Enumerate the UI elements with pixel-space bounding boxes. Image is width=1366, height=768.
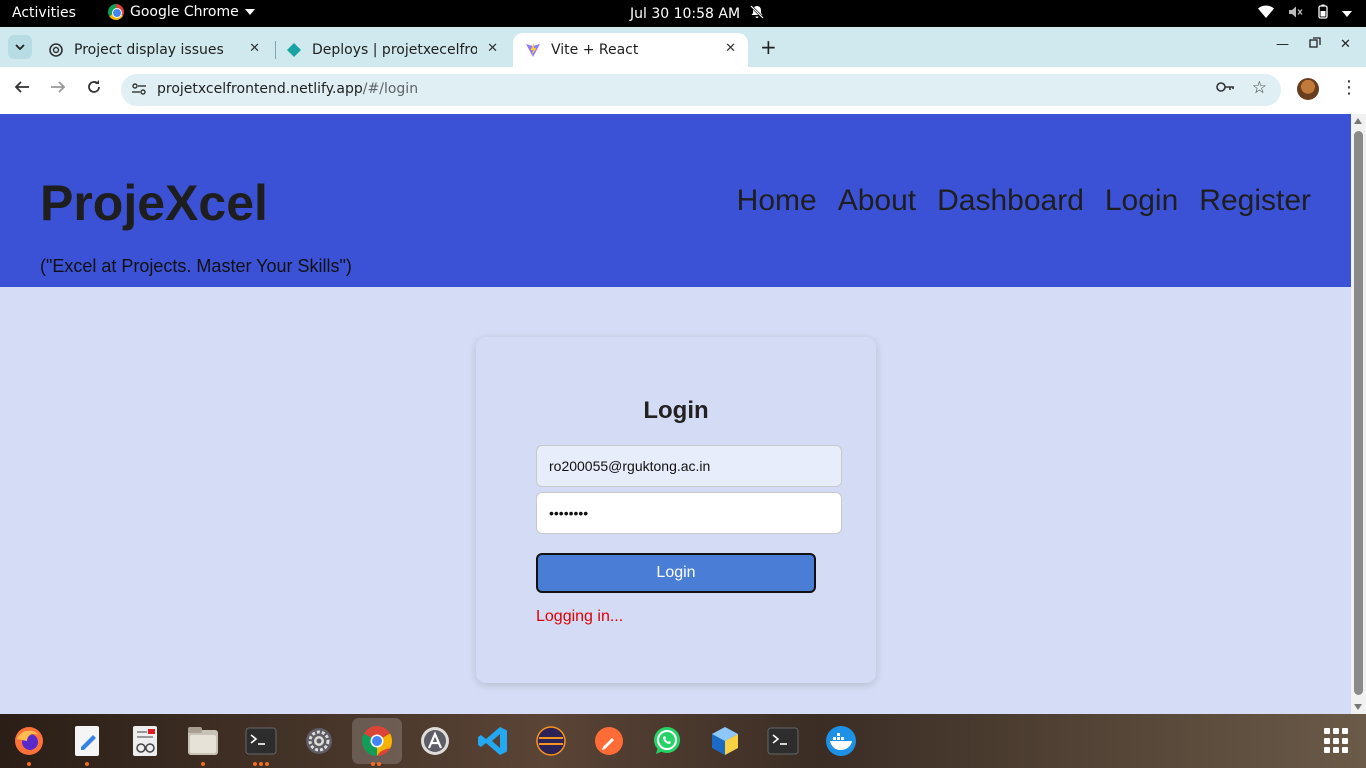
files-icon[interactable] — [186, 724, 220, 758]
chevron-down-icon — [244, 9, 255, 15]
running-indicator — [377, 762, 381, 766]
tab-title: Project display issues — [74, 42, 224, 58]
vite-icon — [525, 42, 541, 58]
site-header: ProjeXcel ("Excel at Projects. Master Yo… — [0, 114, 1351, 287]
firefox-icon[interactable] — [12, 724, 46, 758]
back-icon[interactable] — [14, 79, 30, 100]
site-info-icon[interactable] — [131, 81, 147, 101]
nav-home-link[interactable]: Home — [737, 184, 817, 218]
browser-toolbar: projetxcelfrontend.netlify.app/#/login ☆ — [0, 67, 1366, 114]
url-path: /#/login — [362, 81, 419, 97]
netbeans-icon[interactable] — [708, 724, 742, 758]
site-brand[interactable]: ProjeXcel — [40, 174, 268, 232]
url-host: projetxcelfrontend.netlify.app — [157, 81, 363, 97]
terminal-icon[interactable] — [766, 724, 800, 758]
text-editor-icon[interactable] — [70, 724, 104, 758]
reload-icon[interactable] — [86, 79, 102, 100]
settings-icon[interactable] — [302, 724, 336, 758]
nav-login-link[interactable]: Login — [1105, 184, 1178, 218]
terminal-icon[interactable] — [244, 724, 278, 758]
software-center-icon[interactable] — [418, 724, 452, 758]
scrollbar-thumb[interactable] — [1354, 131, 1363, 695]
restore-window-icon[interactable] — [1309, 37, 1321, 53]
password-field[interactable] — [536, 492, 842, 534]
activities-button[interactable]: Activities — [12, 5, 76, 21]
tab-project-display-issues[interactable]: Project display issues ✕ — [36, 33, 272, 67]
system-status-area[interactable] — [1258, 4, 1352, 23]
address-bar[interactable]: projetxcelfrontend.netlify.app/#/login ☆ — [121, 74, 1281, 106]
app-name: Google Chrome — [130, 4, 239, 20]
chevron-down-icon — [15, 43, 25, 50]
tab-search-button[interactable] — [8, 35, 32, 59]
page-scrollbar[interactable] — [1351, 114, 1366, 714]
document-viewer-icon[interactable] — [128, 724, 162, 758]
close-tab-icon[interactable]: ✕ — [725, 41, 736, 56]
tab-deploys[interactable]: Deploys | projetxecelfrontend ✕ — [274, 33, 510, 67]
whatsapp-icon[interactable] — [650, 724, 684, 758]
scroll-down-icon[interactable] — [1354, 704, 1362, 710]
tab-title: Vite + React — [551, 42, 639, 58]
forward-icon[interactable] — [50, 79, 66, 100]
running-indicator — [259, 762, 263, 766]
docker-icon[interactable] — [824, 724, 858, 758]
wifi-icon — [1258, 4, 1274, 23]
volume-muted-icon — [1288, 5, 1304, 23]
close-tab-icon[interactable]: ✕ — [487, 41, 498, 56]
app-menu[interactable]: Google Chrome — [108, 4, 255, 20]
scroll-up-icon[interactable] — [1354, 118, 1362, 124]
netlify-icon — [286, 42, 302, 58]
running-indicator — [371, 762, 375, 766]
battery-icon — [1318, 4, 1328, 23]
nav-register-link[interactable]: Register — [1199, 184, 1311, 218]
page-viewport: ProjeXcel ("Excel at Projects. Master Yo… — [0, 114, 1351, 714]
clock[interactable]: Jul 30 10:58 AM — [630, 5, 764, 23]
running-indicator — [265, 762, 269, 766]
vscode-icon[interactable] — [476, 724, 510, 758]
system-top-bar: Activities Google Chrome Jul 30 10:58 AM — [0, 0, 1366, 27]
minimize-window-icon[interactable]: — — [1276, 37, 1289, 52]
new-tab-button[interactable]: + — [760, 35, 777, 59]
chrome-icon — [108, 4, 124, 20]
login-status-message: Logging in... — [536, 608, 624, 625]
openai-icon — [48, 42, 64, 58]
close-window-icon[interactable]: ✕ — [1340, 37, 1351, 52]
nav-dashboard-link[interactable]: Dashboard — [937, 184, 1084, 218]
login-card: Login Login Logging in... — [476, 337, 876, 683]
login-title: Login — [643, 397, 709, 424]
datetime: Jul 30 10:58 AM — [630, 6, 741, 22]
notifications-muted-icon — [750, 5, 764, 23]
eclipse-icon[interactable] — [534, 724, 568, 758]
dock — [0, 714, 1366, 768]
running-indicator — [27, 762, 31, 766]
tab-vite-react[interactable]: Vite + React ✕ — [513, 33, 748, 67]
email-field[interactable] — [536, 445, 842, 487]
chrome-icon[interactable] — [352, 718, 402, 764]
chrome-menu-icon[interactable]: ⋮ — [1340, 77, 1358, 98]
bookmark-star-icon[interactable]: ☆ — [1252, 78, 1267, 98]
show-apps-icon[interactable] — [1324, 728, 1350, 754]
site-nav: Home About Dashboard Login Register — [737, 184, 1311, 218]
running-indicator — [85, 762, 89, 766]
running-indicator — [253, 762, 257, 766]
tab-title: Deploys | projetxecelfrontend — [312, 42, 477, 58]
tab-strip: Project display issues ✕ Deploys | proje… — [0, 27, 1366, 67]
postman-icon[interactable] — [592, 724, 626, 758]
chevron-down-icon — [1342, 10, 1352, 17]
close-tab-icon[interactable]: ✕ — [249, 41, 260, 56]
login-button[interactable]: Login — [536, 553, 816, 593]
site-tagline: ("Excel at Projects. Master Your Skills"… — [40, 256, 352, 276]
url-text: projetxcelfrontend.netlify.app/#/login — [157, 81, 418, 97]
profile-avatar[interactable] — [1297, 78, 1319, 100]
password-key-icon[interactable] — [1215, 80, 1235, 98]
running-indicator — [201, 762, 205, 766]
nav-about-link[interactable]: About — [838, 184, 916, 218]
